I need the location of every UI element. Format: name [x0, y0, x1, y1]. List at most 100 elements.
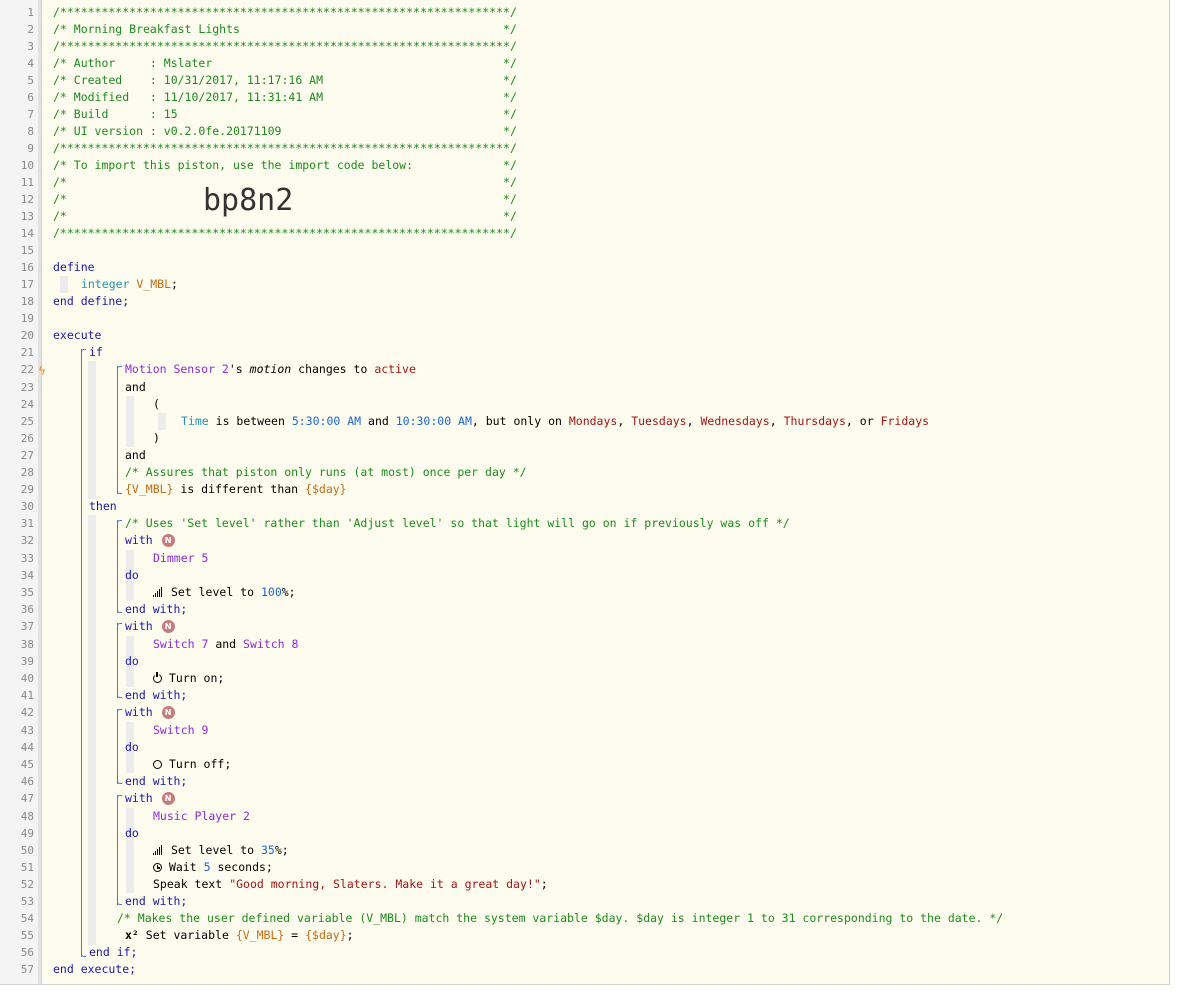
action-set-level[interactable]: Set level to 35%; — [153, 842, 289, 859]
action-turn-on[interactable]: Turn on; — [153, 670, 224, 687]
line-number: 4 — [27, 57, 34, 70]
device-name[interactable]: Switch 9 — [153, 722, 208, 739]
action-text: Set level to — [170, 585, 255, 599]
line-number: 42 — [20, 706, 34, 719]
indent-guide — [158, 413, 166, 430]
equals: = — [291, 928, 299, 942]
indent-guide — [60, 276, 68, 293]
day-name: Thursdays — [783, 414, 846, 428]
restriction-text: , but only on — [471, 414, 562, 428]
comma: , — [686, 414, 694, 428]
line-number: 54 — [20, 912, 34, 925]
line-number: 21 — [20, 346, 34, 359]
gutter-edge — [41, 0, 42, 984]
condition-time[interactable]: Time is between 5:30:00 AM and 10:30:00 … — [181, 413, 929, 430]
with-statement[interactable]: with N — [125, 618, 175, 635]
semicolon: ; — [346, 928, 354, 942]
with-block-bracket — [117, 623, 122, 698]
action-set-level[interactable]: Set level to 100%; — [153, 584, 296, 601]
line-number: 26 — [20, 432, 34, 445]
level-value: 35 — [260, 843, 275, 857]
line-number: 29 — [20, 483, 34, 496]
comment-set-variable: /* Makes the user defined variable (V_MB… — [117, 911, 1004, 925]
line-number: 9 — [27, 142, 34, 155]
system-variable-ref: {$day} — [305, 928, 347, 942]
and-operator: and — [125, 448, 146, 462]
line-number: 57 — [20, 963, 34, 976]
action-text: Turn on; — [168, 671, 225, 685]
attribute-name: motion — [249, 362, 292, 376]
action-wait[interactable]: Wait 5 seconds; — [153, 859, 273, 876]
line-number: 55 — [20, 929, 34, 942]
indent-guide — [88, 515, 96, 945]
end-with-keyword: end with; — [125, 774, 188, 788]
do-keyword: do — [125, 826, 139, 840]
variable-declaration[interactable]: integer V_MBL; — [81, 276, 178, 293]
level-bars-icon — [153, 587, 164, 597]
line-number: 45 — [20, 758, 34, 771]
indent-guide — [126, 808, 134, 893]
line-number: 22 — [20, 363, 34, 376]
day-name: Fridays — [880, 414, 930, 428]
trigger-lightning-icon: ϟ — [38, 364, 46, 378]
line-number: 50 — [20, 844, 34, 857]
or-word: or — [859, 414, 874, 428]
code-editor[interactable]: 1 2 3 4 5 6 7 8 9 10 11 12 13 14 15 16 1… — [0, 0, 1170, 985]
condition-variable[interactable]: {V_MBL} is different than {$day} — [125, 481, 347, 498]
if-keyword: if — [89, 345, 103, 359]
line-number: 41 — [20, 689, 34, 702]
with-statement[interactable]: with N — [125, 704, 175, 721]
header-comment-line: /* Build : 15 */ — [53, 107, 517, 121]
end-with-keyword: end with; — [125, 688, 188, 702]
if-block-bracket — [81, 349, 86, 957]
with-statement[interactable]: with N — [125, 790, 175, 807]
line-number: 23 — [20, 381, 34, 394]
device-list[interactable]: Switch 7 and Switch 8 — [153, 636, 298, 653]
action-set-variable[interactable]: x² Set variable {V_MBL} = {$day}; — [125, 927, 354, 944]
comment-set-level: /* Uses 'Set level' rather than 'Adjust … — [125, 516, 790, 530]
device-name[interactable]: Motion Sensor 2 — [125, 362, 229, 376]
header-comment-line: /***************************************… — [53, 39, 517, 53]
device-name[interactable]: Music Player 2 — [153, 808, 250, 825]
line-number: 2 — [27, 23, 34, 36]
line-number: 36 — [20, 603, 34, 616]
async-badge-icon: N — [161, 534, 175, 547]
value-literal: active — [374, 362, 416, 376]
time-subject: Time — [181, 414, 209, 428]
action-speak-text[interactable]: Speak text "Good morning, Slaters. Make … — [153, 876, 548, 893]
line-number: 8 — [27, 125, 34, 138]
do-keyword: do — [125, 568, 139, 582]
with-statement[interactable]: with N — [125, 532, 175, 549]
end-if-keyword: end if; — [89, 945, 138, 959]
header-comment-line: /* Morning Breakfast Lights */ — [53, 22, 517, 36]
device-name[interactable]: Dimmer 5 — [153, 550, 208, 567]
clock-icon — [153, 863, 162, 872]
import-code[interactable]: bp8n2 — [203, 184, 293, 218]
line-number: 44 — [20, 741, 34, 754]
action-text: Turn off; — [168, 757, 232, 771]
line-number: 40 — [20, 672, 34, 685]
condition-motion[interactable]: Motion Sensor 2's motion changes to acti… — [125, 361, 416, 378]
line-number: 43 — [20, 724, 34, 737]
device-name[interactable]: Switch 8 — [243, 637, 298, 651]
line-number: 48 — [20, 810, 34, 823]
do-keyword: do — [125, 740, 139, 754]
action-turn-off[interactable]: Turn off; — [153, 756, 231, 773]
power-on-icon — [153, 672, 162, 683]
header-comment-line: /***************************************… — [53, 141, 517, 155]
unit: seconds; — [217, 860, 273, 874]
condition-group-bracket — [117, 366, 122, 494]
line-number: 49 — [20, 827, 34, 840]
line-number: 34 — [20, 569, 34, 582]
end-define-keyword: end define; — [53, 294, 130, 308]
device-name[interactable]: Switch 7 — [153, 637, 208, 651]
line-number: 17 — [20, 278, 34, 291]
wait-value: 5 — [203, 860, 211, 874]
line-number: 39 — [20, 655, 34, 668]
line-number: 51 — [20, 861, 34, 874]
end-with-keyword: end with; — [125, 602, 188, 616]
header-comment-line: /* Modified : 11/10/2017, 11:31:41 AM */ — [53, 90, 517, 104]
day-name: Wednesdays — [700, 414, 770, 428]
comma: , — [617, 414, 625, 428]
line-number: 31 — [20, 517, 34, 530]
